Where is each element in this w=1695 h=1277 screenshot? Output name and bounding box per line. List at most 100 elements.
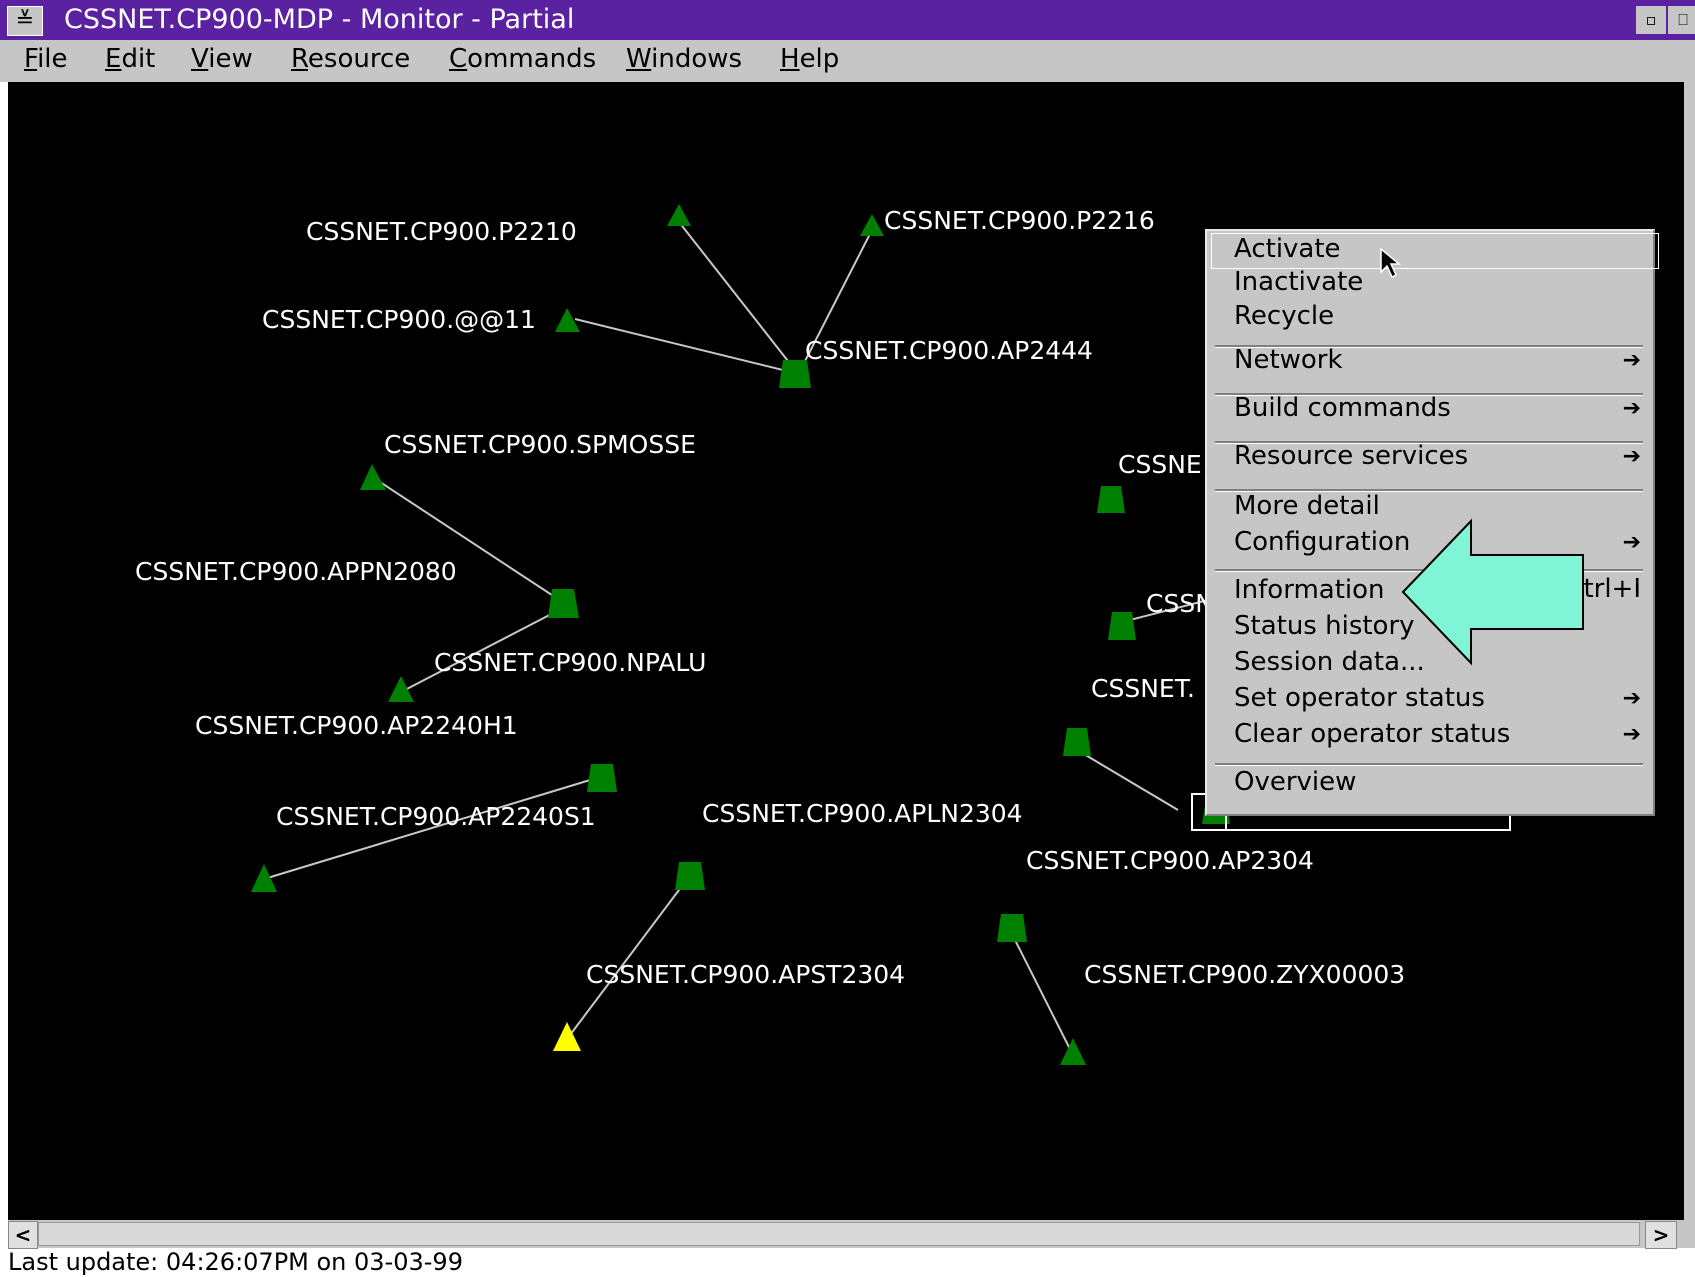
mnemonic: F xyxy=(24,44,38,74)
node-label: CSSNET.CP900.AP2444 xyxy=(805,336,1093,365)
menu-shortcut: trl+I xyxy=(1583,574,1641,604)
menu-item-label: Session data... xyxy=(1234,647,1425,677)
node-label: CSSNET.CP900.AP2240S1 xyxy=(276,802,596,831)
menu-item-more-detail[interactable]: More detail xyxy=(1234,491,1380,521)
link-apst-apln xyxy=(566,877,689,1040)
menu-label-rest: indows xyxy=(651,44,743,74)
node-label: CSSNET.CP900.AP2304 xyxy=(1026,846,1314,875)
node-label: CSSNET.CP900.P2210 xyxy=(306,217,577,246)
menu-item-label: Clear operator status xyxy=(1234,719,1511,749)
menu-item-recycle[interactable]: Recycle xyxy=(1234,301,1334,331)
menu-item-inactivate[interactable]: Inactivate xyxy=(1234,267,1363,297)
node-partial3-icon[interactable] xyxy=(1063,728,1091,756)
node-label: CSSNET.CP900.APST2304 xyxy=(586,960,906,989)
menu-label-rest: iew xyxy=(208,44,253,74)
mnemonic: C xyxy=(449,44,468,74)
menu-help[interactable]: Help xyxy=(780,44,839,74)
menu-label-rest: ommands xyxy=(467,44,597,74)
mnemonic: R xyxy=(291,44,308,74)
menu-item-set-operator-status[interactable]: Set operator status xyxy=(1234,683,1485,713)
scroll-left-button[interactable]: < xyxy=(8,1221,38,1249)
menu-item-clear-operator-status[interactable]: Clear operator status xyxy=(1234,719,1510,749)
menu-item-label: Information xyxy=(1234,575,1385,605)
menu-label-rest: esource xyxy=(307,44,411,74)
title-bar: ≚ CSSNET.CP900-MDP - Monitor - Partial ▫… xyxy=(0,0,1695,40)
node-npalu-icon[interactable] xyxy=(388,676,414,702)
menu-item-label: Activate xyxy=(1234,234,1341,264)
maximize-button[interactable]: ⎕ xyxy=(1668,6,1695,34)
menu-item-information[interactable]: Information xyxy=(1234,575,1385,605)
node-label: CSSNET.CP900.APLN2304 xyxy=(702,799,1023,828)
menu-item-label: Resource services xyxy=(1234,441,1469,471)
mnemonic: E xyxy=(105,44,122,74)
system-menu-icon[interactable]: ≚ xyxy=(7,6,43,36)
submenu-arrow-icon: ➔ xyxy=(1622,396,1641,421)
submenu-arrow-icon: ➔ xyxy=(1622,722,1641,747)
menu-file[interactable]: File xyxy=(24,44,68,74)
node-label: CSSNET.CP900.ZYX00003 xyxy=(1084,960,1406,989)
link-ap2304-zyx xyxy=(1012,935,1074,1056)
node-label: CSSNET.CP900.SPMOSSE xyxy=(384,430,696,459)
menu-item-label: Configuration xyxy=(1234,527,1411,557)
callout-arrow-icon xyxy=(1401,518,1584,666)
menu-item-label: Build commands xyxy=(1234,393,1451,423)
menu-item-network[interactable]: Network xyxy=(1234,345,1634,375)
node-ap2240h1-icon[interactable] xyxy=(587,764,617,792)
node-apln2304-icon[interactable] xyxy=(675,862,705,890)
node-p2216-icon[interactable] xyxy=(860,214,884,236)
menu-item-label: Inactivate xyxy=(1234,267,1364,297)
node-label: CSSN xyxy=(1146,589,1214,618)
menu-item-label: Overview xyxy=(1234,767,1357,797)
status-bar: Last update: 04:26:07PM on 03-03-99 xyxy=(8,1248,463,1276)
menu-label-rest: ile xyxy=(37,44,68,74)
mnemonic: H xyxy=(780,44,800,74)
window-title: CSSNET.CP900-MDP - Monitor - Partial xyxy=(64,4,575,35)
node-appn2080-icon[interactable] xyxy=(548,589,579,618)
submenu-arrow-icon: ➔ xyxy=(1622,530,1641,555)
scroll-thumb[interactable] xyxy=(38,1222,1640,1246)
vertical-scrollbar[interactable] xyxy=(1684,82,1695,1220)
node-label: CSSNET.CP900.P2216 xyxy=(884,206,1155,235)
menu-item-session-data[interactable]: Session data... xyxy=(1234,647,1425,677)
node-label: CSSNET. xyxy=(1091,674,1195,703)
node-zyx00003-icon[interactable] xyxy=(1060,1038,1086,1065)
node-ap2240s1-icon[interactable] xyxy=(251,864,277,892)
node-label: CSSNET.CP900.APPN2080 xyxy=(135,557,457,586)
menu-resource[interactable]: Resource xyxy=(291,44,410,74)
menu-item-label: More detail xyxy=(1234,491,1380,521)
menu-item-build-commands[interactable]: Build commands xyxy=(1234,393,1451,423)
menu-item-label: Set operator status xyxy=(1234,683,1485,713)
horizontal-scrollbar[interactable]: < > xyxy=(8,1220,1695,1249)
menu-label-rest: elp xyxy=(799,44,840,74)
menu-item-label: Recycle xyxy=(1234,301,1335,331)
mnemonic: V xyxy=(191,44,209,74)
menu-item-status-history[interactable]: Status history xyxy=(1234,611,1415,641)
menu-item-activate[interactable]: Activate xyxy=(1211,233,1659,269)
menu-item-resource-services[interactable]: Resource services xyxy=(1234,441,1468,471)
submenu-arrow-icon: ➔ xyxy=(1622,348,1641,373)
node-label: CSSNET.CP900.NPALU xyxy=(434,648,707,677)
mouse-cursor-icon xyxy=(1380,248,1402,279)
menu-item-overview[interactable]: Overview xyxy=(1234,767,1356,797)
menu-label-rest: dit xyxy=(121,44,156,74)
menu-bar: File Edit View Resource Commands Windows… xyxy=(0,40,1695,82)
menu-windows[interactable]: Windows xyxy=(626,44,742,74)
node-partial1-icon[interactable] xyxy=(1097,486,1125,513)
menu-item-configuration[interactable]: Configuration xyxy=(1234,527,1410,557)
node-label: CSSNE xyxy=(1118,450,1202,479)
node-spmosse-icon[interactable] xyxy=(360,464,386,490)
scroll-right-button[interactable]: > xyxy=(1645,1221,1677,1249)
menu-item-label: Network xyxy=(1234,345,1343,375)
menu-edit[interactable]: Edit xyxy=(105,44,155,74)
mnemonic: W xyxy=(626,44,652,74)
node-p2210-icon[interactable] xyxy=(667,204,691,226)
node-ap2304-icon[interactable] xyxy=(997,914,1027,942)
menu-separator xyxy=(1215,763,1643,766)
minimize-button[interactable]: ▫ xyxy=(1636,6,1666,34)
menu-item-label: Status history xyxy=(1234,611,1415,641)
submenu-arrow-icon: ➔ xyxy=(1622,686,1641,711)
menu-view[interactable]: View xyxy=(191,44,253,74)
node-label: CSSNET.CP900.AP2240H1 xyxy=(195,711,518,740)
menu-commands[interactable]: Commands xyxy=(449,44,596,74)
node-partial2-icon[interactable] xyxy=(1108,612,1136,640)
